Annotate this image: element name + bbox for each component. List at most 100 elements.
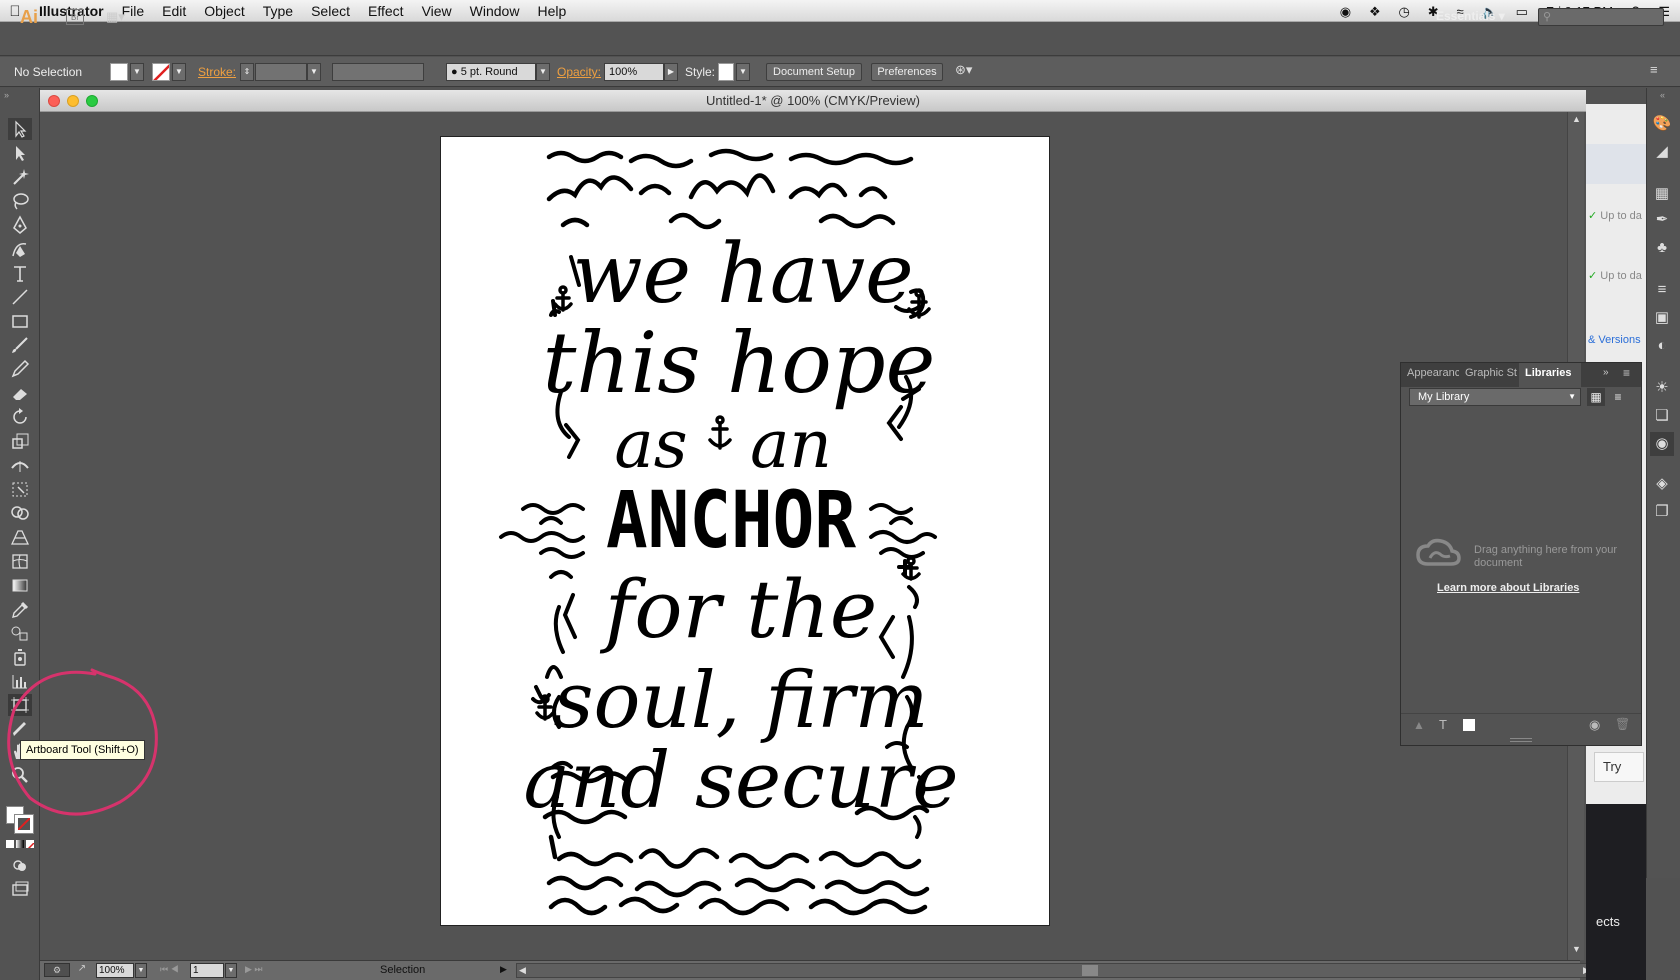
gradient-mode-icon[interactable] [16,840,24,848]
gradient-tool[interactable] [8,574,32,596]
stroke-weight-field[interactable] [255,63,307,81]
fill-stroke-widget[interactable] [6,806,34,834]
brush-dropdown[interactable]: ▼ [536,63,550,81]
stroke-label[interactable]: Stroke: [198,65,236,79]
artboard-tool[interactable] [8,694,32,716]
blend-tool[interactable] [8,622,32,644]
scroll-down-arrow[interactable]: ▼ [1572,944,1581,954]
symbol-sprayer-tool[interactable] [8,646,32,668]
align-options-icon[interactable]: ⊛▾ [955,62,972,78]
add-color-swatch[interactable] [1463,719,1475,731]
opacity-label[interactable]: Opacity: [557,65,601,79]
library-selector[interactable]: My Library ▼ [1409,388,1581,406]
minimize-window-button[interactable] [67,95,79,107]
arrange-documents-button[interactable]: ▦▾ [106,9,132,25]
menu-select[interactable]: Select [302,0,359,22]
lettering-artwork[interactable]: we have this hope as an ANCHOR for the s… [441,137,1051,927]
scale-tool[interactable] [8,430,32,452]
color-mode-buttons[interactable] [6,840,34,850]
preferences-button[interactable]: Preferences [871,63,943,81]
color-mode-icon[interactable] [6,840,14,848]
symbols-panel-icon[interactable]: ♣ [1650,236,1674,260]
opacity-slider-button[interactable]: ▶ [664,63,678,81]
artboards-panel-icon[interactable]: ❐ [1650,500,1674,524]
zoom-tool[interactable] [8,764,32,786]
variable-width-profile[interactable] [332,63,424,81]
tab-libraries[interactable]: Libraries [1525,367,1571,379]
selection-tool[interactable] [8,118,32,140]
transparency-panel-icon[interactable]: ◐ [1650,334,1674,358]
sync-status-icon[interactable]: ◉ [1589,717,1600,733]
scroll-thumb[interactable] [1082,965,1098,976]
next-artboard-icon[interactable]: ▶ ⏭ [245,964,263,975]
draw-mode-button[interactable] [8,854,32,876]
bridge-button[interactable]: Br [66,9,84,25]
color-panel-icon[interactable]: 🎨 [1650,112,1674,136]
curvature-tool[interactable] [8,238,32,260]
color-guide-panel-icon[interactable]: ◢ [1650,140,1674,164]
panel-collapse-icon[interactable]: » [1603,367,1609,378]
column-graph-tool[interactable] [8,670,32,692]
export-icon[interactable]: ↗ [74,963,90,977]
stroke-panel-icon[interactable]: ≡ [1650,278,1674,302]
share-settings-icon[interactable]: ⚙ [44,963,70,977]
time-machine-icon[interactable]: ◷ [1399,4,1410,19]
type-tool[interactable] [8,262,32,284]
rectangle-tool[interactable] [8,310,32,332]
tab-graphic-styles[interactable]: Graphic St [1465,367,1517,379]
swatches-panel-icon[interactable]: ▦ [1650,182,1674,206]
graphic-style-swatch[interactable] [718,63,734,81]
dropbox-icon[interactable]: ❖ [1369,4,1381,19]
paintbrush-tool[interactable] [8,334,32,356]
expand-panels-icon[interactable]: « [1660,90,1665,100]
fill-dropdown[interactable]: ▼ [130,63,144,81]
grid-view-button[interactable]: ▦ [1587,388,1605,406]
artboard-dropdown[interactable]: ▼ [225,963,237,978]
creative-cloud-icon[interactable]: ◉ [1340,4,1351,19]
menu-view[interactable]: View [413,0,461,22]
stroke-dropdown[interactable]: ▼ [172,63,186,81]
libraries-panel-icon[interactable]: ◉ [1650,432,1674,456]
graphic-styles-panel-icon[interactable]: ❏ [1650,404,1674,428]
eraser-tool[interactable] [8,382,32,404]
artboard-number-field[interactable]: 1 [190,963,224,978]
horizontal-scrollbar[interactable]: ◀ ▶ [516,963,1598,978]
free-transform-tool[interactable] [8,478,32,500]
mesh-tool[interactable] [8,550,32,572]
close-window-button[interactable] [48,95,60,107]
trash-icon[interactable]: 🗑 [1615,717,1630,731]
tab-appearance[interactable]: Appearanc [1407,367,1459,379]
magic-wand-tool[interactable] [8,166,32,188]
rotate-tool[interactable] [8,406,32,428]
direct-selection-tool[interactable] [8,142,32,164]
stroke-weight-stepper[interactable]: ⇕ [240,63,254,81]
background-versions-link[interactable]: & Versions [1588,334,1641,346]
status-menu-arrow[interactable]: ▶ [500,964,507,975]
tab-libraries-bg[interactable]: Libraries [1519,363,1581,387]
opacity-field[interactable]: 100% [604,63,664,81]
document-setup-button[interactable]: Document Setup [766,63,862,81]
menu-type[interactable]: Type [254,0,302,22]
graphic-style-dropdown[interactable]: ▼ [736,63,750,81]
workspace-switcher[interactable]: Essentials ▾ [1436,9,1526,27]
eyedropper-tool[interactable] [8,598,32,620]
screen-mode-button[interactable] [8,878,32,900]
layers-panel-icon[interactable]: ◈ [1650,472,1674,496]
scroll-up-arrow[interactable]: ▲ [1572,114,1581,124]
zoom-dropdown[interactable]: ▼ [135,963,147,978]
pen-tool[interactable] [8,214,32,236]
pencil-tool[interactable] [8,358,32,380]
panel-resize-grip[interactable] [1510,738,1532,742]
brush-definition-field[interactable]: ● 5 pt. Round [446,63,536,81]
scroll-left-arrow[interactable]: ◀ [519,965,526,976]
zoom-level-field[interactable]: 100% [96,963,134,978]
slice-tool[interactable] [8,718,32,740]
search-field[interactable]: ⚲ [1538,8,1664,26]
gradient-panel-icon[interactable]: ▣ [1650,306,1674,330]
add-text-style-icon[interactable]: T [1439,717,1447,732]
fill-swatch[interactable] [110,63,128,81]
first-artboard-icon[interactable]: ⏮ ◀ [160,964,179,975]
appearance-panel-icon[interactable]: ☀ [1650,376,1674,400]
none-mode-icon[interactable] [26,840,34,848]
brushes-panel-icon[interactable]: ✒ [1650,208,1674,232]
